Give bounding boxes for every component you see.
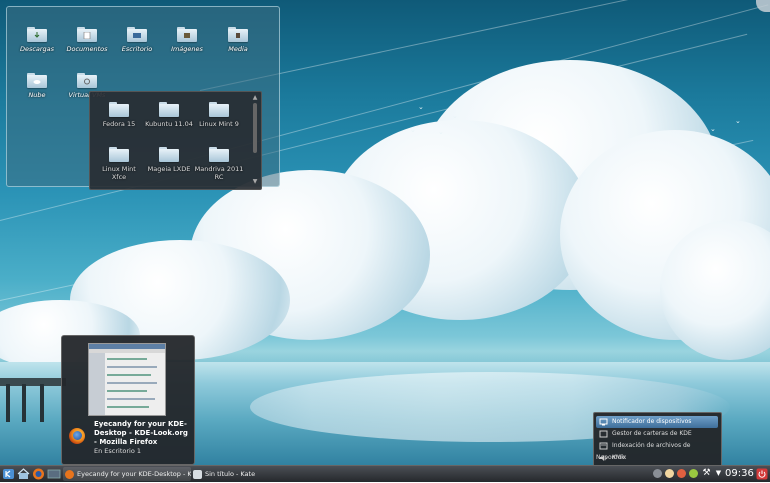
desktop-item-label: Escritorio bbox=[121, 45, 153, 53]
folder-icon bbox=[109, 147, 129, 162]
folder-media-icon bbox=[228, 27, 248, 42]
desktop-item-escritorio[interactable]: Escritorio bbox=[112, 27, 162, 53]
desktop-item-label: Nube bbox=[28, 91, 46, 99]
scroll-up-icon[interactable]: ▲ bbox=[252, 95, 258, 101]
desktop-item-label: Documentos bbox=[66, 45, 108, 53]
nepomuk-icon bbox=[599, 442, 608, 449]
pier-post bbox=[40, 384, 44, 422]
popup-item-fedora[interactable]: Fedora 15 bbox=[94, 102, 144, 128]
kate-icon bbox=[193, 469, 202, 479]
klipper-icon[interactable] bbox=[665, 469, 674, 478]
popup-scrollbar[interactable]: ▲ ▼ bbox=[252, 95, 258, 185]
popup-item-label: Kubuntu 11.04 bbox=[145, 120, 193, 128]
popup-item-kubuntu[interactable]: Kubuntu 11.04 bbox=[144, 102, 194, 128]
bird: ⌄ bbox=[710, 125, 716, 133]
popup-item-label: Linux Mint Xfce bbox=[102, 165, 136, 181]
wallet-icon bbox=[599, 430, 608, 437]
folder-documents-icon bbox=[77, 27, 97, 42]
apper-icon[interactable] bbox=[689, 469, 698, 478]
window-thumbnail[interactable] bbox=[88, 343, 166, 416]
popup-item-mageia[interactable]: Mageia LXDE bbox=[144, 147, 194, 173]
folder-desktop-icon bbox=[127, 27, 147, 42]
tray-item-nepomuk[interactable]: Indexación de archivos de Nepomuk bbox=[596, 440, 718, 461]
desktop-item-descargas[interactable]: Descargas bbox=[12, 27, 62, 53]
pier-post bbox=[6, 384, 10, 422]
desktop-item-documentos[interactable]: Documentos bbox=[62, 27, 112, 53]
folder-cloud-icon bbox=[27, 73, 47, 88]
tooltip-title: Eyecandy for your KDE-Desktop - KDE-Look… bbox=[94, 420, 188, 446]
tray-item-device-notifier[interactable]: Notificador de dispositivos bbox=[596, 416, 718, 428]
firefox-icon bbox=[33, 468, 44, 480]
folder-icon bbox=[209, 147, 229, 162]
folder-icon bbox=[159, 147, 179, 162]
popup-item-label: Mageia LXDE bbox=[147, 165, 191, 173]
tray-item-wallet[interactable]: Gestor de carteras de KDE bbox=[596, 428, 718, 440]
kde-logo-icon bbox=[3, 469, 14, 479]
desktop-item-label: Descargas bbox=[19, 45, 55, 53]
desktop-item-imagenes[interactable]: Imágenes bbox=[162, 27, 212, 53]
desktop-item-label: Imágenes bbox=[171, 45, 203, 53]
popup-item-mandriva[interactable]: Mandriva 2011 RC bbox=[194, 147, 244, 181]
folder-virtual-icon bbox=[77, 73, 97, 88]
bird: ⌄ bbox=[418, 103, 424, 111]
popup-item-label: Fedora 15 bbox=[102, 120, 136, 128]
update-icon[interactable] bbox=[677, 469, 686, 478]
desktop-item-nube[interactable]: Nube bbox=[12, 73, 62, 99]
firefox-launcher[interactable] bbox=[32, 467, 45, 481]
tray-item-label: Notificador de dispositivos bbox=[612, 418, 692, 425]
pager-icon bbox=[47, 469, 61, 479]
firefox-icon bbox=[65, 469, 74, 479]
digital-clock[interactable]: 09:36 bbox=[725, 467, 754, 481]
folder-icon bbox=[109, 102, 129, 117]
kickoff-menu-button[interactable] bbox=[2, 467, 15, 481]
tray-item-kmix[interactable]: KMix bbox=[596, 452, 718, 464]
scrollbar-thumb[interactable] bbox=[253, 103, 257, 153]
tooltip-subtitle: En Escritorio 1 bbox=[94, 447, 142, 455]
home-icon bbox=[17, 468, 30, 479]
bird: ⌄ bbox=[452, 112, 458, 120]
desktop-item-label: Media bbox=[228, 45, 248, 53]
task-kate[interactable]: Sin título - Kate bbox=[191, 467, 271, 481]
system-tray-popup: Notificador de dispositivos Gestor de ca… bbox=[593, 412, 722, 468]
folder-images-icon bbox=[177, 27, 197, 42]
device-notifier-icon bbox=[599, 418, 608, 425]
light-streak bbox=[199, 0, 770, 91]
folder-icon bbox=[209, 102, 229, 117]
tray-item-label: Gestor de carteras de KDE bbox=[612, 430, 692, 437]
network-icon[interactable] bbox=[653, 469, 662, 478]
home-launcher[interactable] bbox=[17, 467, 30, 481]
desktop-pager-button[interactable] bbox=[47, 467, 61, 481]
tray-item-label: KMix bbox=[612, 454, 627, 461]
tools-icon[interactable]: ⚒ bbox=[702, 469, 711, 478]
bird: ⌄ bbox=[410, 126, 416, 134]
speaker-icon bbox=[600, 454, 607, 461]
leave-button[interactable] bbox=[756, 467, 768, 481]
folder-icon bbox=[159, 102, 179, 117]
firefox-icon bbox=[69, 428, 85, 444]
bird: ⌄ bbox=[735, 117, 741, 125]
power-icon bbox=[756, 468, 768, 480]
desktop-item-media[interactable]: Media bbox=[213, 27, 263, 53]
taskbar-panel: Eyecandy for your KDE-Desktop - KDE Sin … bbox=[0, 465, 770, 482]
bird: ⌄ bbox=[438, 128, 444, 136]
tray-expand-icon[interactable]: ▼ bbox=[714, 469, 723, 478]
pier-post bbox=[22, 384, 26, 422]
scroll-down-icon[interactable]: ▼ bbox=[252, 179, 258, 185]
popup-item-label: Linux Mint 9 bbox=[199, 120, 239, 128]
task-label: Sin título - Kate bbox=[205, 470, 256, 478]
popup-item-label: Mandriva 2011 RC bbox=[194, 165, 244, 181]
task-label: Eyecandy for your KDE-Desktop - KDE bbox=[77, 470, 191, 478]
folder-downloads-icon bbox=[27, 27, 47, 42]
task-preview-tooltip: Eyecandy for your KDE-Desktop - KDE-Look… bbox=[61, 335, 195, 465]
task-firefox[interactable]: Eyecandy for your KDE-Desktop - KDE bbox=[63, 467, 191, 481]
popup-item-linux-mint-xfce[interactable]: Linux Mint Xfce bbox=[94, 147, 144, 181]
popup-item-linux-mint-9[interactable]: Linux Mint 9 bbox=[194, 102, 244, 128]
folder-popup: Fedora 15 Kubuntu 11.04 Linux Mint 9 Lin… bbox=[89, 91, 262, 190]
